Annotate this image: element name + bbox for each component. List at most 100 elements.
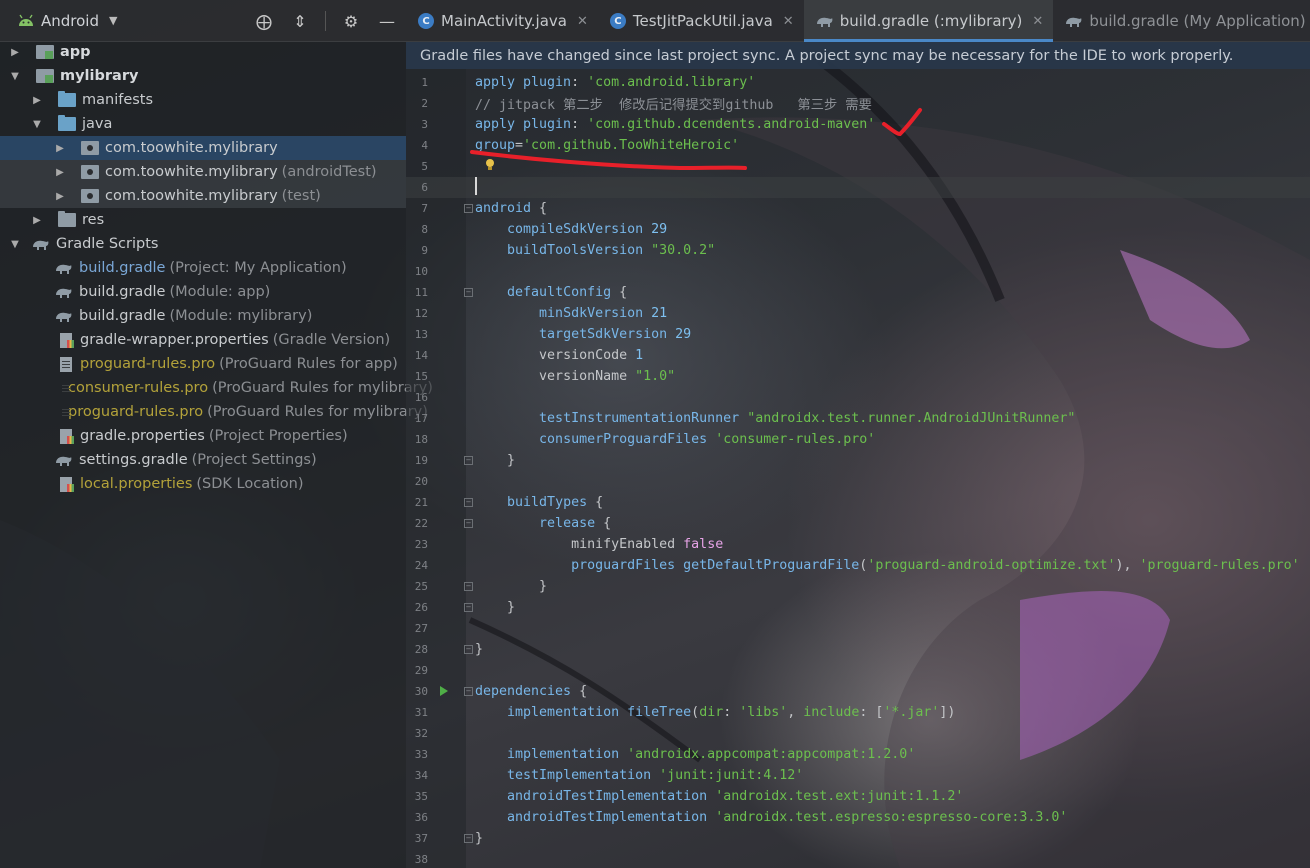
code-line[interactable]: 12 minSdkVersion 21 xyxy=(406,303,1310,324)
line-number: 6 xyxy=(421,181,428,194)
code-line[interactable]: 27 xyxy=(406,618,1310,639)
code-line[interactable]: 25 − } xyxy=(406,576,1310,597)
code-line[interactable]: 8 compileSdkVersion 29 xyxy=(406,219,1310,240)
collapse-arrow-icon[interactable]: ▼ xyxy=(32,119,42,130)
code-line[interactable]: 1 apply plugin: 'com.android.library' xyxy=(406,72,1310,93)
tree-item-res[interactable]: ▶ res xyxy=(0,208,406,232)
project-view-selector[interactable]: Android ▼ xyxy=(17,12,117,30)
fold-marker-icon[interactable]: − xyxy=(464,603,473,612)
collapse-icon[interactable]: ⇕ xyxy=(289,10,311,32)
tab-build-gradle-mylibrary[interactable]: build.gradle (:mylibrary) ✕ xyxy=(803,0,1054,42)
code-line[interactable]: 23 minifyEnabled false xyxy=(406,534,1310,555)
expand-arrow-icon[interactable]: ▶ xyxy=(55,143,65,154)
code-line[interactable]: 37 −} xyxy=(406,828,1310,849)
code-line[interactable]: 34 testImplementation 'junit:junit:4.12' xyxy=(406,765,1310,786)
expand-arrow-icon[interactable]: ▶ xyxy=(55,167,65,178)
code-line[interactable]: 22 − release { xyxy=(406,513,1310,534)
code-line[interactable]: 29 xyxy=(406,660,1310,681)
properties-file-icon xyxy=(60,428,74,444)
code-line[interactable]: 7 − android { xyxy=(406,198,1310,219)
tree-item-package-android-test[interactable]: ▶ com.toowhite.mylibrary (androidTest) xyxy=(0,160,406,184)
fold-marker-icon[interactable]: − xyxy=(464,519,473,528)
code-line[interactable]: 31 implementation fileTree(dir: 'libs', … xyxy=(406,702,1310,723)
tab-main-activity[interactable]: C MainActivity.java ✕ xyxy=(406,0,598,42)
expand-arrow-icon[interactable]: ▶ xyxy=(10,47,20,58)
code-line[interactable]: 19 − } xyxy=(406,450,1310,471)
code-line[interactable]: 5 xyxy=(406,156,1310,177)
code-line[interactable]: 33 implementation 'androidx.appcompat:ap… xyxy=(406,744,1310,765)
code-line[interactable]: 26 − } xyxy=(406,597,1310,618)
line-number: 25 xyxy=(414,580,428,593)
close-icon[interactable]: ✕ xyxy=(783,14,794,29)
tree-item-build-gradle-project[interactable]: build.gradle (Project: My Application) xyxy=(0,256,406,280)
code-line[interactable]: 10 xyxy=(406,261,1310,282)
fold-marker-icon[interactable]: − xyxy=(464,687,473,696)
tree-item-app[interactable]: ▶ app xyxy=(0,40,406,64)
close-icon[interactable]: ✕ xyxy=(1032,14,1043,29)
code-line[interactable]: 4 group='com.github.TooWhiteHeroic' xyxy=(406,135,1310,156)
fold-marker-icon[interactable]: − xyxy=(464,288,473,297)
tree-item-mylibrary[interactable]: ▼ mylibrary xyxy=(0,64,406,88)
tree-item-settings-gradle[interactable]: settings.gradle (Project Settings) xyxy=(0,448,406,472)
fold-marker-icon[interactable]: − xyxy=(464,645,473,654)
tree-item-hint: (Project: My Application) xyxy=(169,260,347,276)
code-line[interactable]: 32 xyxy=(406,723,1310,744)
code-line[interactable]: 18 consumerProguardFiles 'consumer-rules… xyxy=(406,429,1310,450)
expand-arrow-icon[interactable]: ▶ xyxy=(32,95,42,106)
fold-marker-icon[interactable]: − xyxy=(464,582,473,591)
code-line[interactable]: 21 − buildTypes { xyxy=(406,492,1310,513)
fold-marker-icon[interactable]: − xyxy=(464,834,473,843)
tree-item-gradle-properties[interactable]: gradle.properties (Project Properties) xyxy=(0,424,406,448)
code-line[interactable]: 24 proguardFiles getDefaultProguardFile(… xyxy=(406,555,1310,576)
folder-icon xyxy=(58,91,76,107)
code-line[interactable]: 11 − defaultConfig { xyxy=(406,282,1310,303)
text-file-icon xyxy=(60,356,72,372)
code-line[interactable]: 38 xyxy=(406,849,1310,868)
expand-arrow-icon[interactable]: ▶ xyxy=(32,215,42,226)
code-line[interactable]: 36 androidTestImplementation 'androidx.t… xyxy=(406,807,1310,828)
close-icon[interactable]: ✕ xyxy=(577,14,588,29)
tree-item-proguard-mylibrary[interactable]: proguard-rules.pro (ProGuard Rules for m… xyxy=(0,400,428,424)
tree-item-package[interactable]: ▶ com.toowhite.mylibrary xyxy=(0,136,406,160)
target-icon[interactable]: ⨁ xyxy=(253,10,275,32)
intention-bulb-icon[interactable] xyxy=(485,158,495,172)
code-line[interactable]: 2 // jitpack 第二步 修改后记得提交到github 第三步 需要 xyxy=(406,93,1310,114)
code-line[interactable]: 9 buildToolsVersion "30.0.2" xyxy=(406,240,1310,261)
run-gutter-icon[interactable] xyxy=(440,686,448,696)
code-line[interactable]: 13 targetSdkVersion 29 xyxy=(406,324,1310,345)
tree-item-build-gradle-app[interactable]: build.gradle (Module: app) xyxy=(0,280,406,304)
expand-arrow-icon[interactable]: ▶ xyxy=(55,191,65,202)
gear-icon[interactable]: ⚙ xyxy=(340,10,362,32)
code-line[interactable]: 35 androidTestImplementation 'androidx.t… xyxy=(406,786,1310,807)
tab-build-gradle-project[interactable]: build.gradle (My Application) ✕ xyxy=(1053,0,1310,42)
text-cursor xyxy=(475,177,477,195)
fold-marker-icon[interactable]: − xyxy=(464,456,473,465)
gradle-elephant-icon xyxy=(56,288,72,298)
tab-test-jitpack-util[interactable]: C TestJitPackUtil.java ✕ xyxy=(598,0,804,42)
code-line[interactable]: 17 testInstrumentationRunner "androidx.t… xyxy=(406,408,1310,429)
tree-item-gradle-scripts[interactable]: ▼ Gradle Scripts xyxy=(0,232,406,256)
line-number: 20 xyxy=(414,475,428,488)
tree-item-java[interactable]: ▼ java xyxy=(0,112,406,136)
collapse-arrow-icon[interactable]: ▼ xyxy=(10,71,20,82)
tree-item-gradle-wrapper[interactable]: gradle-wrapper.properties (Gradle Versio… xyxy=(0,328,406,352)
tree-item-proguard-app[interactable]: proguard-rules.pro (ProGuard Rules for a… xyxy=(0,352,406,376)
code-line[interactable]: 15 versionName "1.0" xyxy=(406,366,1310,387)
collapse-arrow-icon[interactable]: ▼ xyxy=(10,239,20,250)
code-line[interactable]: 3 apply plugin: 'com.github.dcendents.and… xyxy=(406,114,1310,135)
fold-marker-icon[interactable]: − xyxy=(464,498,473,507)
tree-item-build-gradle-mylibrary[interactable]: build.gradle (Module: mylibrary) xyxy=(0,304,406,328)
code-line[interactable]: 14 versionCode 1 xyxy=(406,345,1310,366)
tree-item-local-properties[interactable]: local.properties (SDK Location) xyxy=(0,472,406,496)
tree-item-consumer-rules[interactable]: consumer-rules.pro (ProGuard Rules for m… xyxy=(0,376,433,400)
code-line[interactable]: 16 xyxy=(406,387,1310,408)
code-line[interactable]: 30 − dependencies { xyxy=(406,681,1310,702)
tree-item-manifests[interactable]: ▶ manifests xyxy=(0,88,406,112)
minimize-icon[interactable]: — xyxy=(376,10,398,32)
fold-marker-icon[interactable]: − xyxy=(464,204,473,213)
tree-item-hint: (Project Properties) xyxy=(208,428,348,444)
tree-item-package-test[interactable]: ▶ com.toowhite.mylibrary (test) xyxy=(0,184,406,208)
code-line[interactable]: 20 xyxy=(406,471,1310,492)
code-line[interactable]: 28 −} xyxy=(406,639,1310,660)
code-line[interactable]: 6 xyxy=(406,177,1310,198)
